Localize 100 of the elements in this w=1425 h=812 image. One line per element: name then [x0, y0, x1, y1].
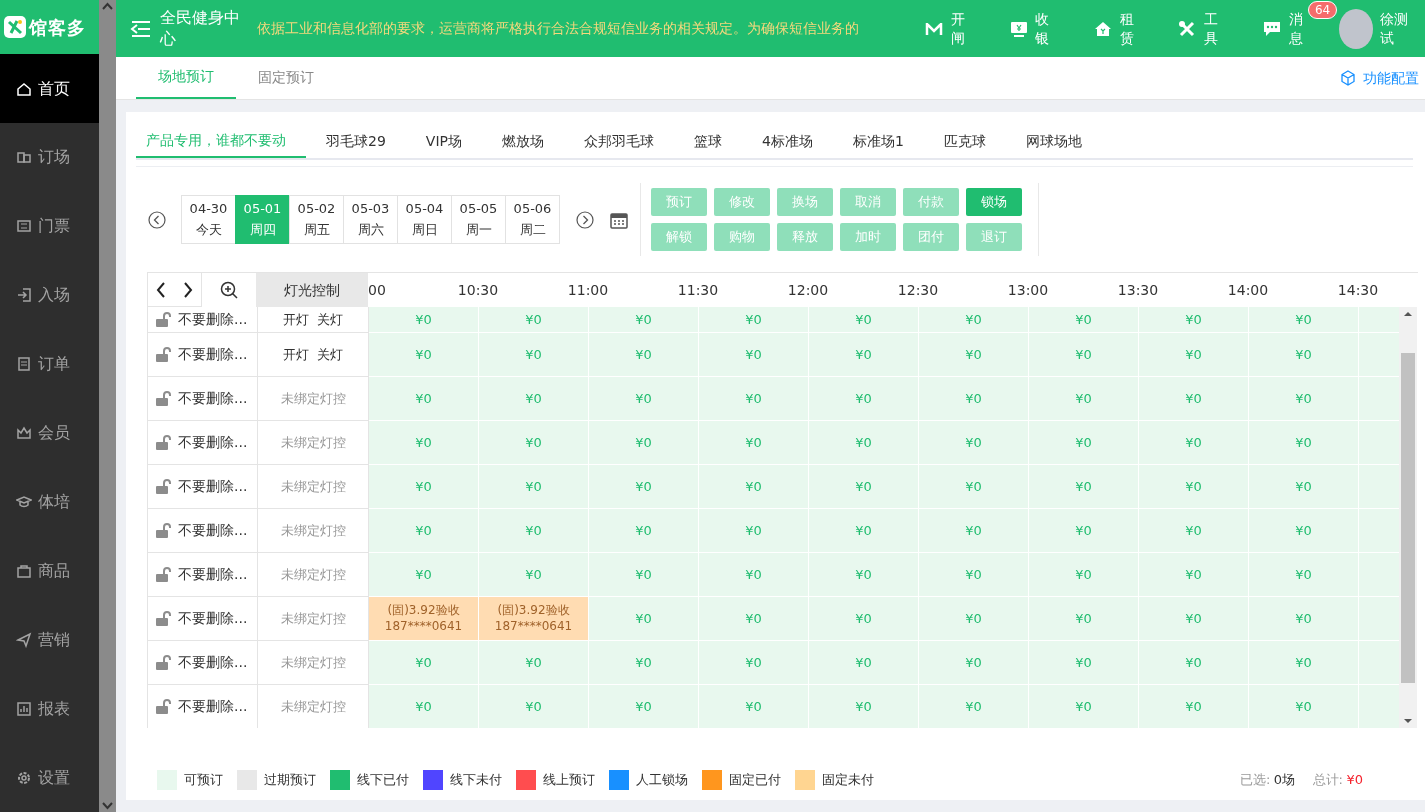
- chevron-left-icon[interactable]: [155, 280, 168, 299]
- booking-cell[interactable]: (固)3.92验收 187****0641: [479, 597, 589, 641]
- menu-collapse-icon[interactable]: [130, 19, 152, 38]
- slot-cell[interactable]: ¥0: [919, 421, 1029, 465]
- slot-cell[interactable]: ¥0: [809, 333, 919, 377]
- slot-cell[interactable]: ¥0: [699, 377, 809, 421]
- slot-cell[interactable]: ¥0: [1249, 333, 1359, 377]
- slot-cell[interactable]: ¥0: [1139, 465, 1249, 509]
- slot-cell[interactable]: ¥0: [1249, 553, 1359, 597]
- slot-cell[interactable]: ¥0: [369, 377, 479, 421]
- sidebar-item[interactable]: 入场: [0, 260, 99, 330]
- previous-icon[interactable]: [148, 210, 166, 229]
- date-tab[interactable]: 04-30 今天: [181, 195, 236, 244]
- slot-cell[interactable]: ¥0: [809, 597, 919, 641]
- slot-cell[interactable]: ¥0: [699, 553, 809, 597]
- slot-cell[interactable]: ¥0: [589, 553, 699, 597]
- slot-cell[interactable]: ¥0: [809, 377, 919, 421]
- unlock-icon[interactable]: [155, 434, 171, 451]
- slot-cell[interactable]: ¥0: [369, 421, 479, 465]
- slot-cell[interactable]: ¥0: [1139, 333, 1249, 377]
- date-tab[interactable]: 05-03 周六: [343, 195, 398, 244]
- slot-cell[interactable]: ¥0: [589, 307, 699, 333]
- booking-cell[interactable]: (固)3.92验收 187****0641: [369, 597, 479, 641]
- slot-cell[interactable]: ¥0: [1029, 641, 1139, 685]
- light-off-button[interactable]: 关灯: [313, 309, 347, 330]
- sidebar-item[interactable]: 门票: [0, 191, 99, 261]
- venue-tab[interactable]: 燃放场: [482, 124, 564, 158]
- unlock-icon[interactable]: [155, 311, 171, 328]
- slot-cell[interactable]: ¥0: [1249, 509, 1359, 553]
- slot-cell[interactable]: ¥0: [479, 465, 589, 509]
- venue-tab[interactable]: 标准场1: [832, 124, 924, 158]
- date-tab[interactable]: 05-02 周五: [289, 195, 344, 244]
- venue-tab[interactable]: 产品专用，谁都不要动: [136, 124, 306, 158]
- slot-cell[interactable]: ¥0: [589, 597, 699, 641]
- sidebar-item[interactable]: 设置: [0, 743, 99, 812]
- slot-cell[interactable]: ¥0: [1029, 553, 1139, 597]
- slot-cell[interactable]: ¥0: [699, 307, 809, 333]
- slot-cell[interactable]: ¥0: [479, 509, 589, 553]
- slot-cell[interactable]: ¥0: [589, 465, 699, 509]
- sidebar-item[interactable]: 报表: [0, 674, 99, 744]
- header-action[interactable]: 工具: [1156, 10, 1241, 47]
- slot-cell[interactable]: ¥0: [809, 307, 919, 333]
- sidebar-item[interactable]: 商品: [0, 536, 99, 606]
- slot-cell[interactable]: ¥0: [1029, 509, 1139, 553]
- slot-cell[interactable]: ¥0: [369, 685, 479, 728]
- date-tab[interactable]: 05-04 周日: [397, 195, 452, 244]
- sidebar-item[interactable]: 体培: [0, 467, 99, 537]
- slot-cell[interactable]: ¥0: [589, 641, 699, 685]
- unlock-icon[interactable]: [155, 610, 171, 627]
- scrollbar[interactable]: [99, 0, 116, 812]
- next-icon[interactable]: [576, 210, 594, 229]
- slot-cell[interactable]: ¥0: [699, 685, 809, 728]
- slot-cell[interactable]: ¥0: [1029, 465, 1139, 509]
- slot-cell[interactable]: ¥0: [809, 465, 919, 509]
- slot-cell[interactable]: ¥0: [369, 553, 479, 597]
- date-tab[interactable]: 05-06 周二: [505, 195, 560, 244]
- slot-cell[interactable]: ¥0: [919, 465, 1029, 509]
- venue-tab[interactable]: 众邦羽毛球: [564, 124, 674, 158]
- slot-cell[interactable]: ¥0: [1029, 377, 1139, 421]
- slot-cell[interactable]: ¥0: [919, 641, 1029, 685]
- sidebar-item[interactable]: 营销: [0, 605, 99, 675]
- slot-cell[interactable]: ¥0: [919, 685, 1029, 728]
- header-action[interactable]: 收银: [987, 10, 1073, 47]
- zoom-in-icon[interactable]: [220, 281, 238, 299]
- slot-cell[interactable]: ¥0: [589, 333, 699, 377]
- slot-cell[interactable]: ¥0: [1139, 641, 1249, 685]
- slot-cell[interactable]: ¥0: [479, 641, 589, 685]
- light-on-button[interactable]: 开灯: [279, 309, 313, 330]
- calendar-icon[interactable]: [610, 210, 628, 229]
- slot-cell[interactable]: ¥0: [699, 421, 809, 465]
- slot-cell[interactable]: ¥0: [369, 465, 479, 509]
- light-on-button[interactable]: 开灯: [279, 344, 313, 365]
- slot-cell[interactable]: ¥0: [809, 553, 919, 597]
- slot-cell[interactable]: ¥0: [1029, 597, 1139, 641]
- slot-cell[interactable]: ¥0: [1139, 553, 1249, 597]
- slot-cell[interactable]: ¥0: [919, 307, 1029, 333]
- slot-cell[interactable]: ¥0: [589, 685, 699, 728]
- slot-cell[interactable]: ¥0: [369, 509, 479, 553]
- slot-cell[interactable]: ¥0: [919, 597, 1029, 641]
- slot-cell[interactable]: ¥0: [809, 509, 919, 553]
- unlock-icon[interactable]: [155, 478, 171, 495]
- slot-cell[interactable]: ¥0: [809, 421, 919, 465]
- slot-cell[interactable]: ¥0: [919, 333, 1029, 377]
- slot-cell[interactable]: ¥0: [479, 377, 589, 421]
- slot-cell[interactable]: ¥0: [1029, 421, 1139, 465]
- slot-cell[interactable]: ¥0: [699, 333, 809, 377]
- venue-tab[interactable]: 篮球: [674, 124, 742, 158]
- slot-cell[interactable]: ¥0: [369, 307, 479, 333]
- slot-cell[interactable]: ¥0: [919, 377, 1029, 421]
- slot-cell[interactable]: ¥0: [1139, 685, 1249, 728]
- slot-cell[interactable]: ¥0: [479, 553, 589, 597]
- slot-cell[interactable]: ¥0: [1139, 421, 1249, 465]
- slot-cell[interactable]: ¥0: [479, 685, 589, 728]
- venue-tab[interactable]: VIP场: [405, 124, 482, 158]
- date-tab[interactable]: 05-01 周四: [235, 195, 290, 244]
- sidebar-item[interactable]: 订场: [0, 123, 99, 192]
- slot-cell[interactable]: ¥0: [919, 553, 1029, 597]
- slot-cell[interactable]: ¥0: [1139, 377, 1249, 421]
- slot-cell[interactable]: ¥0: [1029, 307, 1139, 333]
- slot-cell[interactable]: ¥0: [1249, 377, 1359, 421]
